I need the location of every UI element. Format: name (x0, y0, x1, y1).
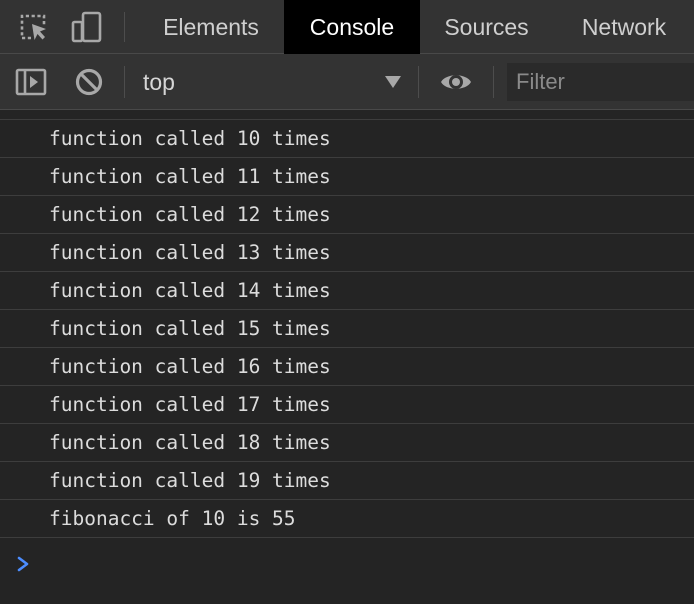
console-message: function called 18 times (0, 424, 694, 462)
tab-elements[interactable]: Elements (143, 0, 279, 54)
console-message-text: function called 9 times (49, 110, 319, 119)
console-message-text: function called 12 times (49, 203, 331, 226)
console-message: fibonacci of 10 is 55 (0, 500, 694, 538)
console-message: function called 17 times (0, 386, 694, 424)
console-message: function called 10 times (0, 120, 694, 158)
console-message-text: function called 11 times (49, 165, 331, 188)
console-message-text: function called 15 times (49, 317, 331, 340)
main-tab-bar: Elements Console Sources Network (0, 0, 694, 54)
toolbar-divider (124, 66, 125, 98)
tab-sources[interactable]: Sources (420, 0, 553, 54)
console-message: function called 12 times (0, 196, 694, 234)
clear-console-icon[interactable] (73, 66, 105, 98)
toolbar-divider (124, 12, 125, 42)
filter-input[interactable] (507, 63, 694, 101)
console-toolbar: top (0, 54, 694, 110)
console-message-text: function called 13 times (49, 241, 331, 264)
console-message-text: function called 17 times (49, 393, 331, 416)
inspect-element-icon[interactable] (17, 11, 49, 43)
device-toggle-icon[interactable] (71, 11, 103, 43)
context-selector[interactable]: top (134, 62, 410, 102)
console-log: function called 9 times function called … (0, 110, 694, 604)
toolbar-divider (493, 66, 494, 98)
console-prompt (0, 544, 694, 584)
tab-console[interactable]: Console (284, 0, 420, 54)
console-message-text: function called 16 times (49, 355, 331, 378)
console-message-text: function called 10 times (49, 127, 331, 150)
console-message: function called 11 times (0, 158, 694, 196)
context-label: top (143, 69, 175, 95)
devtools-window: Elements Console Sources Network top Fil… (0, 0, 694, 604)
console-message-text: fibonacci of 10 is 55 (49, 507, 296, 530)
prompt-chevron-icon (16, 556, 30, 577)
console-message: function called 9 times (0, 110, 694, 120)
console-message-text: function called 14 times (49, 279, 331, 302)
console-message: function called 16 times (0, 348, 694, 386)
console-message: function called 19 times (0, 462, 694, 500)
console-message: function called 15 times (0, 310, 694, 348)
eye-icon[interactable] (440, 66, 472, 98)
tab-network[interactable]: Network (556, 0, 692, 54)
console-message: function called 13 times (0, 234, 694, 272)
toolbar-divider (418, 66, 419, 98)
sidebar-toggle-icon[interactable] (15, 66, 47, 98)
console-message-text: function called 18 times (49, 431, 331, 454)
chevron-down-icon (384, 75, 402, 94)
console-message-list: function called 9 times function called … (0, 110, 694, 538)
console-input[interactable] (44, 548, 684, 580)
console-message: function called 14 times (0, 272, 694, 310)
console-message-text: function called 19 times (49, 469, 331, 492)
